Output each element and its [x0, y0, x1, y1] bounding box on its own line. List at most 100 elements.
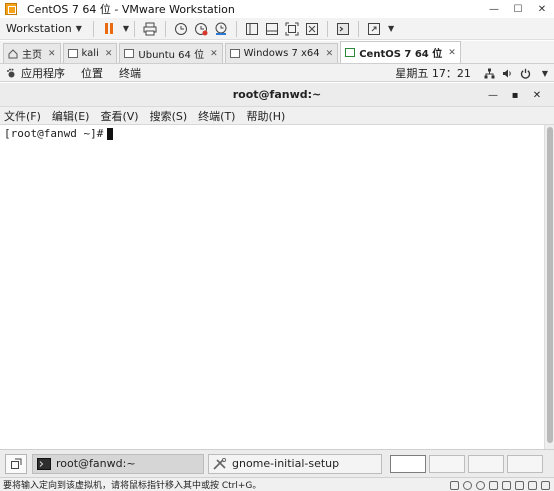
menu-search[interactable]: 搜索(S) — [150, 108, 188, 124]
vm-icon — [67, 49, 78, 58]
toolbar-divider — [134, 20, 136, 37]
workspace-2[interactable] — [429, 454, 465, 473]
device-status-icons — [450, 478, 550, 491]
pause-button[interactable] — [99, 19, 119, 39]
terminal-icon — [37, 457, 51, 470]
view-unity-icon — [306, 22, 319, 35]
tab-home[interactable]: 主页 ✕ — [3, 43, 61, 63]
terminal-app-menu[interactable]: 终端 — [119, 65, 141, 81]
tab-label: 主页 — [22, 50, 42, 61]
terminal-title-bar: root@fanwd:~ — ▪ ✕ — [0, 83, 554, 107]
view-normal-button[interactable] — [242, 19, 262, 39]
network-icon[interactable] — [484, 68, 495, 79]
workstation-menu-label: Workstation — [6, 22, 72, 35]
volume-icon[interactable] — [502, 68, 513, 79]
vmware-logo-icon — [5, 3, 17, 15]
scrollbar-thumb[interactable] — [547, 127, 553, 443]
workspace-switcher — [390, 454, 546, 473]
power-icon[interactable] — [520, 68, 531, 79]
tools-icon — [213, 457, 227, 470]
network-adapter-icon[interactable] — [489, 480, 498, 490]
view-unity-button[interactable] — [302, 19, 322, 39]
print-icon — [143, 22, 157, 35]
display-icon[interactable] — [541, 480, 550, 490]
tab-windows7[interactable]: Windows 7 x64 ✕ — [224, 43, 339, 63]
toolbar-divider — [165, 20, 167, 37]
tab-centos[interactable]: CentOS 7 64 位 ✕ — [340, 41, 461, 63]
close-icon[interactable]: ✕ — [48, 49, 56, 59]
taskbar-item-gnome-initial-setup[interactable]: gnome-initial-setup — [208, 453, 382, 474]
send-ctrl-alt-del-button[interactable] — [140, 19, 160, 39]
pause-icon — [104, 23, 113, 34]
taskbar-item-label: gnome-initial-setup — [232, 457, 340, 470]
workspace-1[interactable] — [390, 454, 426, 473]
console-view-button[interactable] — [333, 19, 353, 39]
terminal-output-area[interactable]: [root@fanwd ~]# — [0, 125, 554, 449]
usb-icon[interactable] — [502, 480, 511, 490]
tab-label: Ubuntu 64 位 — [138, 50, 205, 61]
toolbar-divider — [358, 20, 360, 37]
clock[interactable]: 星期五 17：21 — [395, 65, 471, 81]
view-console-icon — [266, 22, 279, 35]
show-desktop-button[interactable] — [5, 453, 27, 474]
fullscreen-button[interactable] — [364, 19, 384, 39]
applications-menu[interactable]: 应用程序 — [21, 65, 65, 81]
chevron-down-icon[interactable]: ▼ — [123, 24, 129, 33]
terminal-window-controls: — ▪ ✕ — [482, 83, 548, 107]
chevron-down-icon[interactable]: ▼ — [542, 69, 548, 78]
home-icon — [8, 48, 18, 58]
hard-disk-icon[interactable] — [450, 480, 459, 490]
terminal-minimize-button[interactable]: — — [482, 84, 504, 106]
maximize-button[interactable]: ☐ — [506, 0, 530, 18]
revert-snapshot-button[interactable] — [191, 19, 211, 39]
sound-icon[interactable] — [515, 480, 524, 490]
close-button[interactable]: ✕ — [530, 0, 554, 18]
taskbar-item-terminal[interactable]: root@fanwd:~ — [32, 453, 204, 474]
snapshot-manager-button[interactable] — [211, 19, 231, 39]
workspace-4[interactable] — [507, 454, 543, 473]
printer-icon[interactable] — [528, 480, 537, 490]
cd-drive-icon[interactable] — [463, 480, 472, 490]
view-console-button[interactable] — [262, 19, 282, 39]
menu-file[interactable]: 文件(F) — [4, 108, 41, 124]
terminal-menu-bar: 文件(F) 编辑(E) 查看(V) 搜索(S) 终端(T) 帮助(H) — [0, 107, 554, 125]
snapshot-button[interactable] — [171, 19, 191, 39]
text-cursor — [107, 127, 114, 140]
tab-label: kali — [81, 48, 99, 59]
close-icon[interactable]: ✕ — [105, 49, 113, 59]
menu-help[interactable]: 帮助(H) — [246, 108, 285, 124]
menu-view[interactable]: 查看(V) — [100, 108, 138, 124]
gnome-top-bar: 应用程序 位置 终端 星期五 17：21 ▼ — [0, 64, 554, 82]
view-fit-button[interactable] — [282, 19, 302, 39]
fullscreen-icon — [368, 22, 381, 35]
workstation-menu[interactable]: Workstation ▼ — [0, 19, 88, 39]
terminal-close-button[interactable]: ✕ — [526, 84, 548, 106]
status-message: 要将输入定向到该虚拟机，请将鼠标指针移入其中或按 Ctrl+G。 — [3, 481, 262, 491]
menu-terminal[interactable]: 终端(T) — [198, 108, 235, 124]
close-icon[interactable]: ✕ — [326, 49, 334, 59]
vmware-toolbar: Workstation ▼ ▼ ▼ — [0, 18, 554, 40]
view-normal-icon — [246, 22, 259, 35]
tab-ubuntu[interactable]: Ubuntu 64 位 ✕ — [119, 43, 223, 63]
workspace-3[interactable] — [468, 454, 504, 473]
minimize-button[interactable]: — — [482, 0, 506, 18]
toolbar-divider — [236, 20, 238, 37]
taskbar-item-label: root@fanwd:~ — [56, 457, 136, 470]
terminal-scrollbar[interactable] — [544, 125, 554, 449]
chevron-down-icon[interactable]: ▼ — [388, 24, 394, 33]
menu-edit[interactable]: 编辑(E) — [52, 108, 90, 124]
places-menu[interactable]: 位置 — [81, 65, 103, 81]
vm-tab-bar: 主页 ✕ kali ✕ Ubuntu 64 位 ✕ Windows 7 x64 … — [0, 41, 554, 64]
view-fit-icon — [285, 22, 299, 35]
terminal-maximize-button[interactable]: ▪ — [504, 84, 526, 106]
prompt-line: [root@fanwd ~]# — [4, 127, 114, 140]
tab-kali[interactable]: kali ✕ — [62, 43, 118, 63]
shell-prompt: [root@fanwd ~]# — [4, 127, 104, 140]
close-icon[interactable]: ✕ — [210, 49, 218, 59]
vm-running-icon — [345, 48, 356, 57]
close-icon[interactable]: ✕ — [448, 48, 456, 58]
gnome-status-area: 星期五 17：21 ▼ — [395, 64, 548, 82]
chevron-down-icon: ▼ — [75, 24, 82, 33]
cd-drive-icon[interactable] — [476, 480, 485, 490]
window-controls: — ☐ ✕ — [482, 0, 554, 18]
